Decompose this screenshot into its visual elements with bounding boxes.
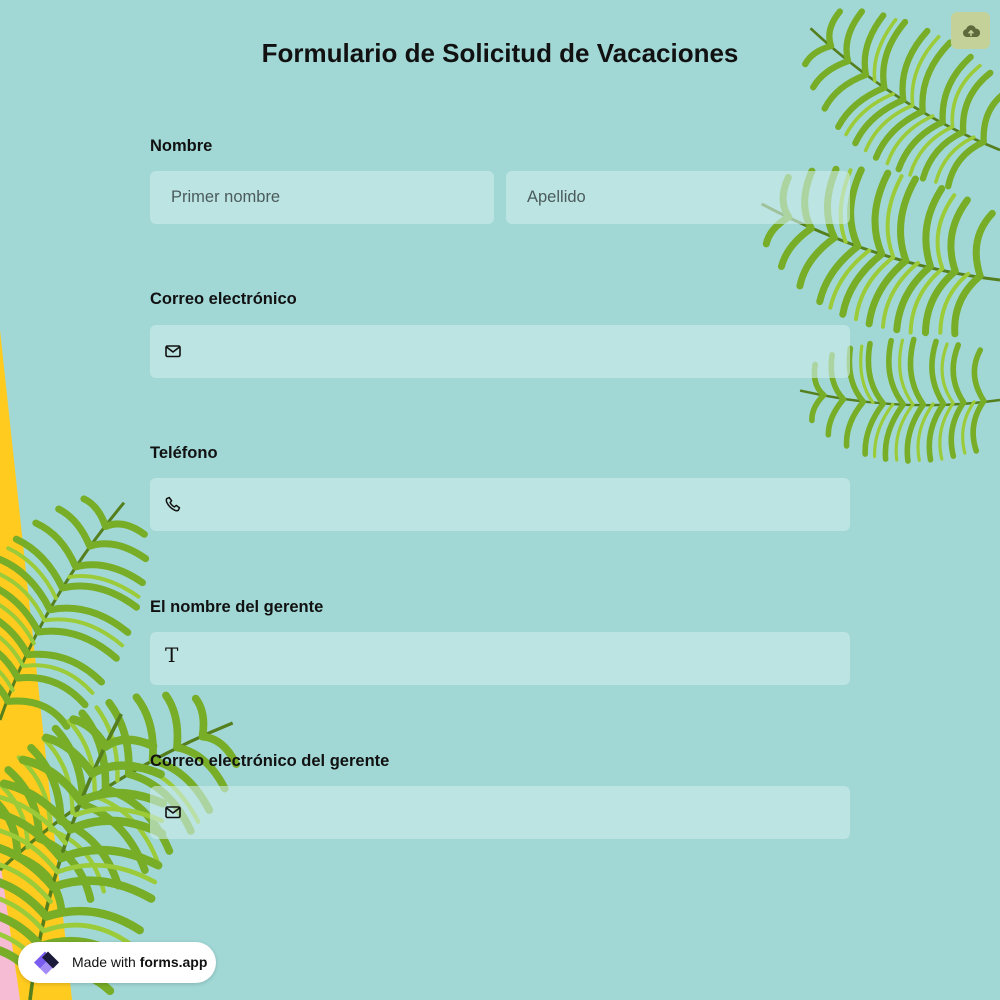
- first-name-field[interactable]: [150, 171, 494, 224]
- made-with-forms-app-badge[interactable]: Made with forms.app: [18, 942, 216, 983]
- phone-label: Teléfono: [150, 444, 218, 462]
- badge-brand: forms.app: [139, 954, 208, 970]
- envelope-icon: [164, 342, 182, 360]
- email-label: Correo electrónico: [150, 290, 297, 308]
- name-label: Nombre: [150, 137, 213, 155]
- badge-prefix: Made with: [72, 954, 136, 970]
- email-input[interactable]: [150, 325, 850, 378]
- manager-email-label: Correo electrónico del gerente: [150, 752, 390, 770]
- form-title: Formulario de Solicitud de Vacaciones: [261, 38, 739, 68]
- envelope-icon: [164, 803, 182, 821]
- last-name-field[interactable]: [506, 171, 850, 224]
- manager-email-input[interactable]: [150, 786, 850, 839]
- phone-input[interactable]: [150, 478, 850, 531]
- forms-app-logo-icon: [34, 951, 59, 975]
- text-icon: T: [165, 643, 179, 667]
- manager-name-input[interactable]: [150, 632, 850, 685]
- manager-name-field[interactable]: T: [150, 632, 850, 685]
- manager-email-field[interactable]: [150, 786, 850, 839]
- email-field[interactable]: [150, 325, 850, 378]
- first-name-input[interactable]: [150, 171, 494, 224]
- cloud-upload-icon: [962, 24, 980, 37]
- manager-name-label: El nombre del gerente: [150, 598, 324, 616]
- last-name-input[interactable]: [506, 171, 850, 224]
- phone-field[interactable]: [150, 478, 850, 531]
- phone-icon: [164, 495, 182, 513]
- badge-text: Made with forms.app: [72, 954, 207, 970]
- upload-button[interactable]: [951, 12, 990, 49]
- vacation-request-form: Formulario de Solicitud de Vacaciones No…: [0, 0, 1000, 1000]
